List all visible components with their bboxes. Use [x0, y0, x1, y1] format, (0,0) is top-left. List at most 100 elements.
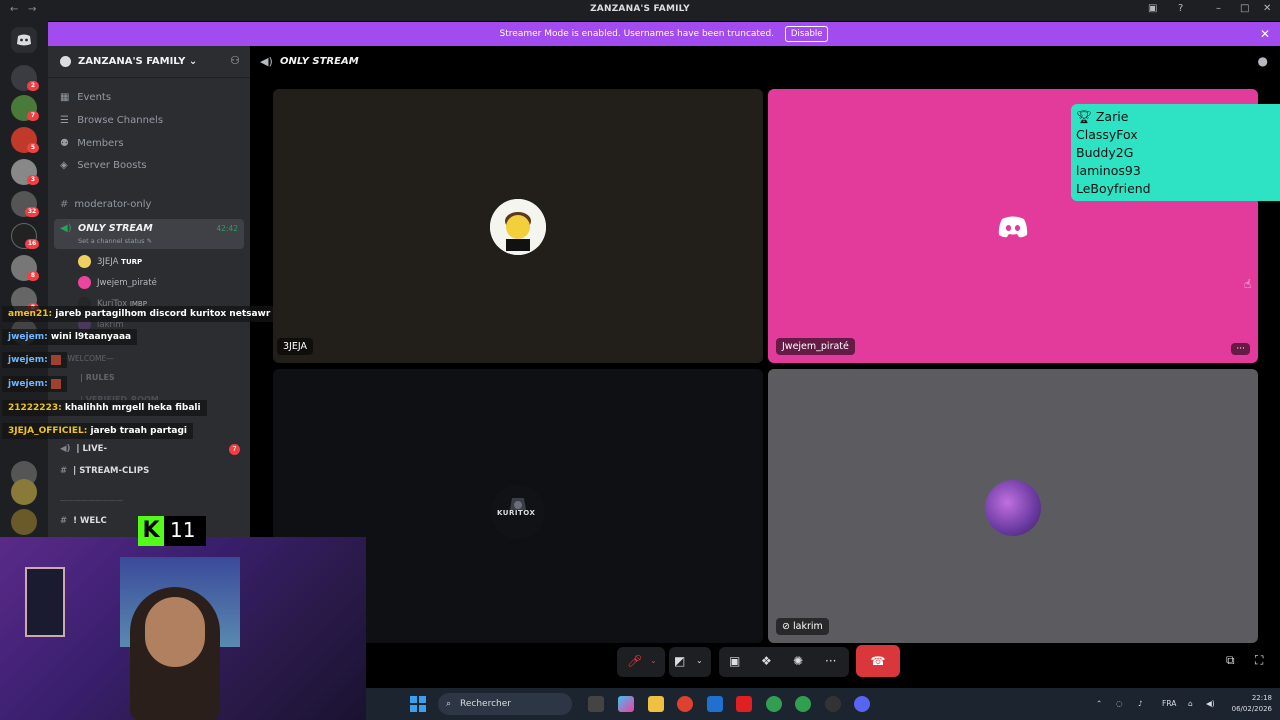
network-icon[interactable]: ⌂: [1188, 699, 1193, 708]
avatar: [490, 199, 546, 255]
server-icon[interactable]: [11, 509, 37, 535]
unread-badge: 7: [229, 444, 240, 455]
screen-share-icon[interactable]: ▣: [729, 654, 740, 668]
kuritox-logo-text: KURITOX: [497, 509, 536, 517]
activities-icon[interactable]: ❖: [761, 654, 772, 668]
channel-timer: 42:42: [216, 224, 238, 233]
supporter-item: LeBoyfriend: [1076, 181, 1151, 196]
streamer-mode-banner: Streamer Mode is enabled. Usernames have…: [48, 22, 1280, 46]
muted-icon: ⊘: [782, 621, 790, 632]
unread-badge: 5: [27, 143, 39, 153]
more-icon[interactable]: ···: [825, 654, 836, 668]
category-divider[interactable]: —————————: [60, 496, 123, 504]
chrome-icon[interactable]: [677, 696, 693, 712]
participant-name: ⊘ lakrim: [776, 618, 829, 635]
search-icon: ⌕: [446, 699, 452, 709]
emote-icon: [50, 378, 61, 389]
maximize-icon[interactable]: □: [1240, 3, 1249, 14]
voice-user[interactable]: Jwejem_piraté: [78, 276, 157, 289]
microphone-icon[interactable]: ♪: [1138, 699, 1143, 708]
unread-badge: 3: [27, 175, 39, 185]
server-header[interactable]: ZANZANA'S FAMILY ⌄ ⚇: [48, 46, 250, 78]
hash-icon: #: [60, 516, 68, 526]
discord-taskbar-icon[interactable]: [854, 696, 870, 712]
channel-live[interactable]: ◀) | LIVE-: [60, 444, 107, 454]
window-title: ZANZANA'S FAMILY: [590, 4, 690, 14]
supporter-item: 🏆︎ Zarie: [1076, 109, 1129, 124]
obs-icon[interactable]: [825, 696, 841, 712]
copilot-icon[interactable]: [618, 696, 634, 712]
unread-badge: 16: [25, 239, 39, 249]
server-name: ZANZANA'S FAMILY ⌄: [78, 56, 198, 67]
chat-message: 21222223: khalihhh mrgell heka fibali: [2, 400, 207, 416]
store-icon[interactable]: [707, 696, 723, 712]
stage-channel-name: ONLY STREAM: [280, 56, 359, 67]
channel-stream-clips[interactable]: # | STREAM-CLIPS: [60, 466, 149, 476]
hash-icon: #: [60, 199, 69, 210]
cursor-hand-icon: ☝: [1244, 277, 1252, 291]
video-tile[interactable]: ⊘ lakrim: [768, 369, 1258, 643]
boost-icon: ◈: [60, 160, 68, 171]
chrome-icon[interactable]: [795, 696, 811, 712]
windows-taskbar: ⌕ Rechercher ⌃ ◌ ♪ FRA ⌂ ◀) 22:18 06/02/20…: [366, 688, 1280, 720]
inbox-icon[interactable]: ▣: [1148, 3, 1157, 14]
emote-icon: [50, 354, 61, 365]
top-supporters-overlay: 🏆︎ Zarie ClassyFox Buddy2G laminos93 LeB…: [1071, 104, 1280, 201]
category-welcome[interactable]: —WELCOME—: [60, 354, 114, 363]
file-explorer-icon[interactable]: [648, 696, 664, 712]
chat-message: amen21: jareb partagilhom discord kurito…: [2, 306, 313, 322]
task-view-icon[interactable]: [588, 696, 604, 712]
browse-icon: ☰: [60, 115, 69, 126]
taskbar-search[interactable]: ⌕ Rechercher: [438, 693, 572, 715]
kick-logo-icon: K: [138, 516, 164, 546]
menu-browse-channels[interactable]: ☰ Browse Channels: [60, 115, 163, 126]
trophy-icon: 🏆︎: [1076, 109, 1092, 124]
channel-moderator-only[interactable]: # moderator-only: [60, 199, 151, 210]
avatar: [985, 480, 1041, 536]
unread-badge: 8: [27, 271, 39, 281]
minimize-icon[interactable]: –: [1216, 3, 1221, 14]
more-options-icon[interactable]: ···: [1231, 343, 1250, 355]
soundboard-icon[interactable]: ✺: [793, 654, 803, 668]
discord-logo-icon: [997, 215, 1029, 243]
chat-bubble-icon[interactable]: ●: [1258, 54, 1268, 68]
menu-server-boosts[interactable]: ◈ Server Boosts: [60, 160, 147, 171]
chevron-down-icon[interactable]: ⌄: [650, 656, 657, 665]
hash-icon: #: [60, 466, 68, 476]
disconnect-button[interactable]: ☎︎: [856, 645, 900, 677]
video-tile[interactable]: 3JEJA: [273, 89, 763, 363]
popout-icon[interactable]: ⧉: [1226, 653, 1235, 668]
clock[interactable]: 22:18 06/02/2026: [1232, 693, 1272, 715]
discord-home-icon[interactable]: [11, 27, 37, 53]
fullscreen-icon[interactable]: ⛶: [1255, 653, 1263, 668]
face: [145, 597, 205, 667]
close-window-icon[interactable]: ✕: [1263, 3, 1271, 14]
chevron-down-icon[interactable]: ⌄: [696, 656, 703, 665]
tray-app-icon[interactable]: ◌: [1116, 699, 1123, 708]
chat-message: jwejem:: [2, 352, 67, 368]
app-icon[interactable]: [736, 696, 752, 712]
invite-people-icon[interactable]: ⚇: [230, 54, 240, 67]
unread-badge: 7: [27, 111, 39, 121]
channel-welcome[interactable]: #! WELC: [60, 516, 107, 526]
members-icon: ⚉: [60, 138, 69, 149]
voice-user[interactable]: 3JEJA TURP: [78, 255, 142, 268]
camera-off-icon: ◩: [674, 654, 686, 668]
chat-message: jwejem:: [2, 376, 67, 392]
speaker-icon: ◀): [260, 55, 273, 68]
tray-chevron-icon[interactable]: ⌃: [1096, 699, 1102, 708]
volume-icon[interactable]: ◀): [1206, 699, 1215, 708]
menu-events[interactable]: ▦ Events: [60, 92, 111, 103]
input-language[interactable]: FRA: [1162, 699, 1176, 708]
disable-button[interactable]: Disable: [784, 26, 829, 42]
channel-status[interactable]: Set a channel status ✎: [78, 237, 152, 245]
close-icon[interactable]: ✕: [1260, 22, 1270, 46]
windows-start-icon[interactable]: [410, 696, 426, 712]
server-icon[interactable]: [11, 479, 37, 505]
channel-rules[interactable]: | RULES: [80, 373, 115, 382]
voice-channel-active[interactable]: ◀) ONLY STREAM 42:42 Set a channel statu…: [54, 219, 244, 249]
avatar: [78, 276, 91, 289]
help-icon[interactable]: ?: [1178, 3, 1183, 14]
chrome-icon[interactable]: [766, 696, 782, 712]
menu-members[interactable]: ⚉ Members: [60, 138, 124, 149]
